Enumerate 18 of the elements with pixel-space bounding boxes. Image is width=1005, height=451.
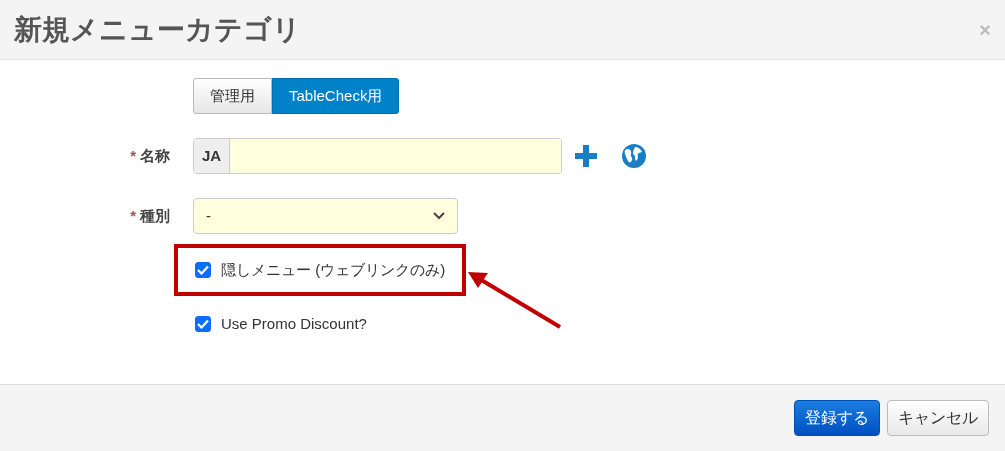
field-label: 名称	[140, 146, 170, 164]
submit-button[interactable]: 登録する	[793, 400, 880, 436]
toggle-tab[interactable]: 管理用	[193, 78, 272, 114]
toggle-tab[interactable]: TableCheck用	[272, 78, 400, 114]
plus-icon[interactable]	[575, 145, 597, 167]
checkbox-label: Use Promo Discount?	[221, 313, 367, 334]
chevron-icon	[433, 212, 445, 220]
checkbox-label: 隠しメニュー (ウェブリンクのみ)	[221, 259, 446, 280]
cancel-button[interactable]: キャンセル	[887, 400, 989, 436]
required-mark: *	[130, 146, 136, 164]
field-label: 種別	[140, 206, 170, 224]
dialog-title: 新規メニューカテゴリ	[14, 12, 301, 47]
select-field[interactable]: -	[193, 198, 458, 234]
required-mark: *	[130, 206, 136, 224]
input-field[interactable]: JA	[193, 138, 562, 174]
globe-icon[interactable]	[622, 144, 646, 168]
checkbox[interactable]	[195, 262, 211, 278]
checkbox[interactable]	[195, 316, 211, 332]
